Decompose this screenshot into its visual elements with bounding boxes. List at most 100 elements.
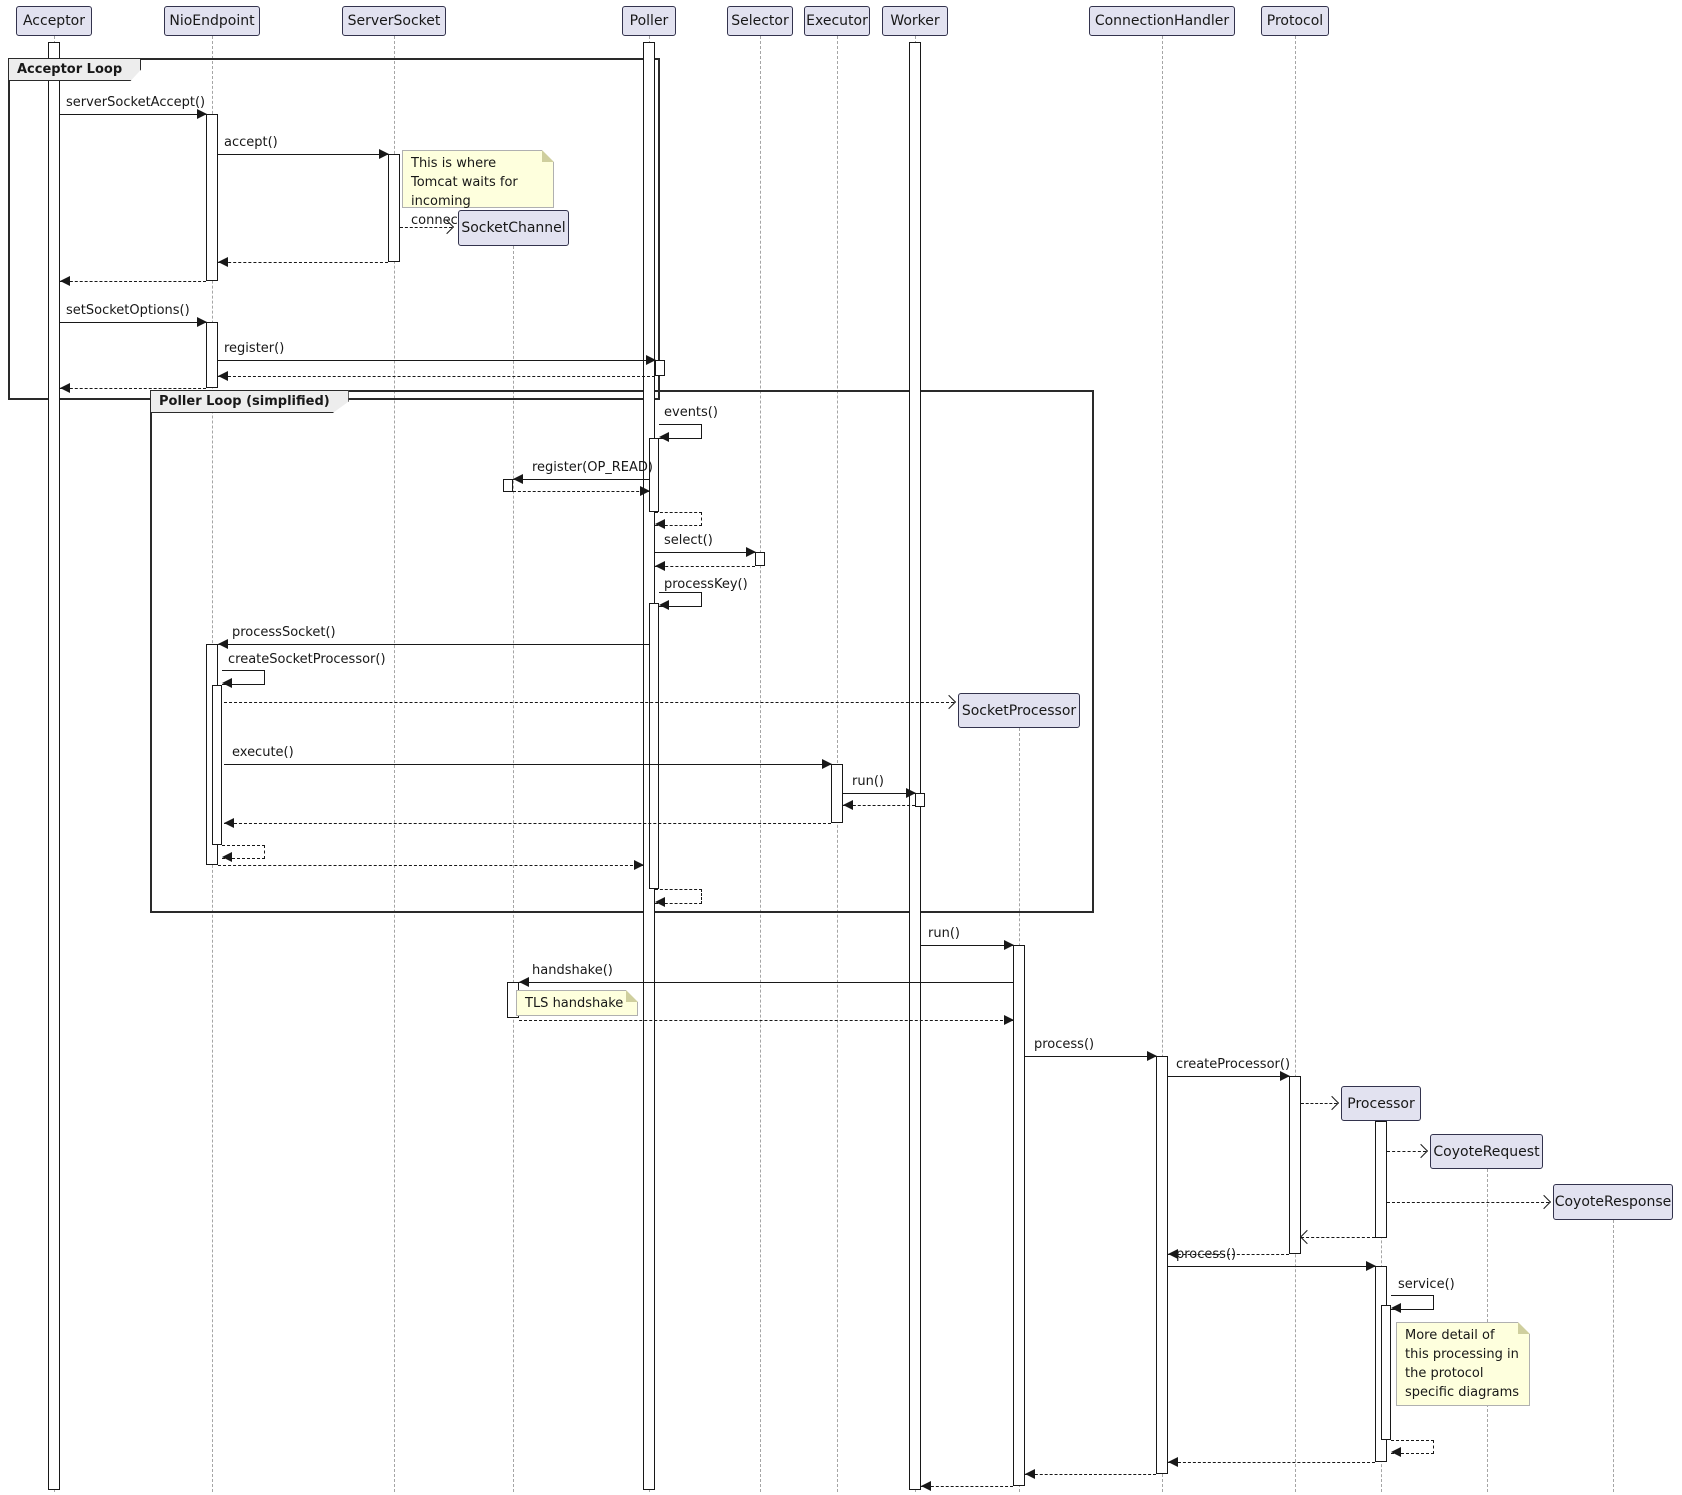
arrowhead-icon	[659, 432, 669, 442]
message-service-label: service()	[1398, 1277, 1455, 1292]
message-events-label: events()	[664, 405, 718, 420]
return-run-socketprocessor-line	[921, 1486, 1013, 1487]
arrowhead-icon	[1168, 1457, 1178, 1467]
message-serversocketaccept-line	[60, 114, 206, 115]
arrowhead-icon	[222, 852, 232, 862]
return-run-worker-line	[843, 805, 915, 806]
message-setsocketoptions-label: setSocketOptions()	[66, 303, 190, 318]
participant-coyoterequest: CoyoteRequest	[1430, 1134, 1543, 1169]
arrowhead-icon	[906, 788, 916, 798]
message-setsocketoptions-line	[60, 322, 206, 323]
arrowhead-open-icon	[1414, 1144, 1428, 1158]
participant-protocol: Protocol	[1261, 6, 1329, 36]
participant-selector: Selector	[727, 6, 793, 36]
arrowhead-icon	[822, 759, 832, 769]
message-execute-label: execute()	[232, 745, 294, 760]
message-process-processor-line	[1168, 1266, 1375, 1267]
activation-protocol	[1289, 1076, 1301, 1254]
arrowhead-icon	[218, 257, 228, 267]
activation-processor-create	[1375, 1121, 1387, 1238]
lifeline-coyoteresponse	[1613, 1220, 1614, 1492]
arrowhead-icon	[1391, 1303, 1401, 1313]
arrowhead-icon	[646, 355, 656, 365]
activation-nioendpoint-createsp	[212, 685, 222, 845]
return-process-line	[1025, 1474, 1156, 1475]
note-tomcat-waits: This is where Tomcat waits for incoming …	[402, 150, 554, 208]
return-processsocket-line	[218, 865, 643, 866]
message-process-label: process()	[1034, 1037, 1094, 1052]
activation-worker-run	[915, 793, 925, 807]
arrowhead-icon	[197, 317, 207, 327]
participant-worker: Worker	[882, 6, 948, 36]
message-register-opread-label: register(OP_READ)	[532, 460, 653, 475]
activation-worker	[909, 42, 921, 1490]
return-nioendpoint-line	[60, 281, 206, 282]
participant-coyoteresponse: CoyoteResponse	[1553, 1184, 1673, 1220]
arrowhead-icon	[1004, 940, 1014, 950]
arrowhead-icon	[655, 561, 665, 571]
participant-socketprocessor: SocketProcessor	[958, 693, 1080, 728]
arrowhead-icon	[746, 547, 756, 557]
arrowhead-open-icon	[1325, 1096, 1339, 1110]
arrowhead-icon	[659, 600, 669, 610]
message-accept-line	[218, 154, 388, 155]
arrowhead-icon	[222, 678, 232, 688]
message-run-worker-label: run()	[852, 774, 884, 789]
arrowhead-icon	[1004, 1015, 1014, 1025]
participant-acceptor: Acceptor	[16, 6, 92, 36]
arrowhead-icon	[218, 371, 228, 381]
message-handshake-label: handshake()	[532, 963, 613, 978]
message-serversocketaccept-label: serverSocketAccept()	[66, 95, 205, 110]
arrowhead-icon	[640, 486, 650, 496]
arrowhead-icon	[1147, 1051, 1157, 1061]
arrowhead-icon	[1366, 1261, 1376, 1271]
message-create-socketprocessor-line	[224, 702, 954, 703]
arrowhead-icon	[1025, 1469, 1035, 1479]
return-select-line	[655, 566, 755, 567]
activation-socketprocessor	[1013, 945, 1025, 1486]
arrowhead-icon	[197, 109, 207, 119]
message-run-worker-line	[843, 793, 915, 794]
participant-poller: Poller	[622, 6, 676, 36]
activation-serversocket	[388, 154, 400, 262]
activation-connectionhandler	[1156, 1056, 1168, 1474]
return-register-opread-line	[513, 491, 649, 492]
arrowhead-icon	[224, 818, 234, 828]
message-run-socketprocessor-line	[921, 945, 1013, 946]
arrowhead-icon	[379, 149, 389, 159]
message-register-line	[218, 360, 655, 361]
arrowhead-icon	[843, 800, 853, 810]
message-process-processor-label: process()	[1176, 1247, 1236, 1262]
return-execute-line	[224, 823, 831, 824]
message-process-line	[1025, 1056, 1156, 1057]
message-createprocessor-label: createProcessor()	[1176, 1057, 1290, 1072]
return-setsocketoptions-line	[60, 388, 206, 389]
arrowhead-icon	[218, 639, 228, 649]
participant-executor: Executor	[804, 6, 870, 36]
activation-socketchannel-register	[503, 479, 513, 492]
arrowhead-open-icon	[1300, 1230, 1314, 1244]
participant-connectionhandler: ConnectionHandler	[1089, 6, 1235, 36]
message-register-label: register()	[224, 341, 284, 356]
message-run-socketprocessor-label: run()	[928, 926, 960, 941]
participant-serversocket: ServerSocket	[342, 6, 446, 36]
arrowhead-icon	[513, 474, 523, 484]
arrowhead-icon	[60, 276, 70, 286]
return-serversocket-line	[218, 262, 388, 263]
activation-processor-service	[1381, 1305, 1391, 1440]
arrowhead-open-icon	[1537, 1195, 1551, 1209]
activation-poller-register	[655, 360, 665, 376]
message-processsocket-label: processSocket()	[232, 625, 336, 640]
message-processsocket-line	[218, 644, 649, 645]
arrowhead-icon	[60, 383, 70, 393]
activation-poller-events	[649, 438, 659, 512]
activation-selector	[755, 552, 765, 566]
sequence-diagram: Acceptor Loop Poller Loop (simplified) s…	[0, 0, 1682, 1495]
arrowhead-icon	[1280, 1071, 1290, 1081]
message-select-label: select()	[664, 533, 713, 548]
arrowhead-icon	[519, 977, 529, 987]
message-accept-label: accept()	[224, 135, 278, 150]
activation-nioendpoint-accept	[206, 114, 218, 281]
message-register-opread-line	[513, 479, 649, 480]
return-process-processor-line	[1168, 1462, 1375, 1463]
